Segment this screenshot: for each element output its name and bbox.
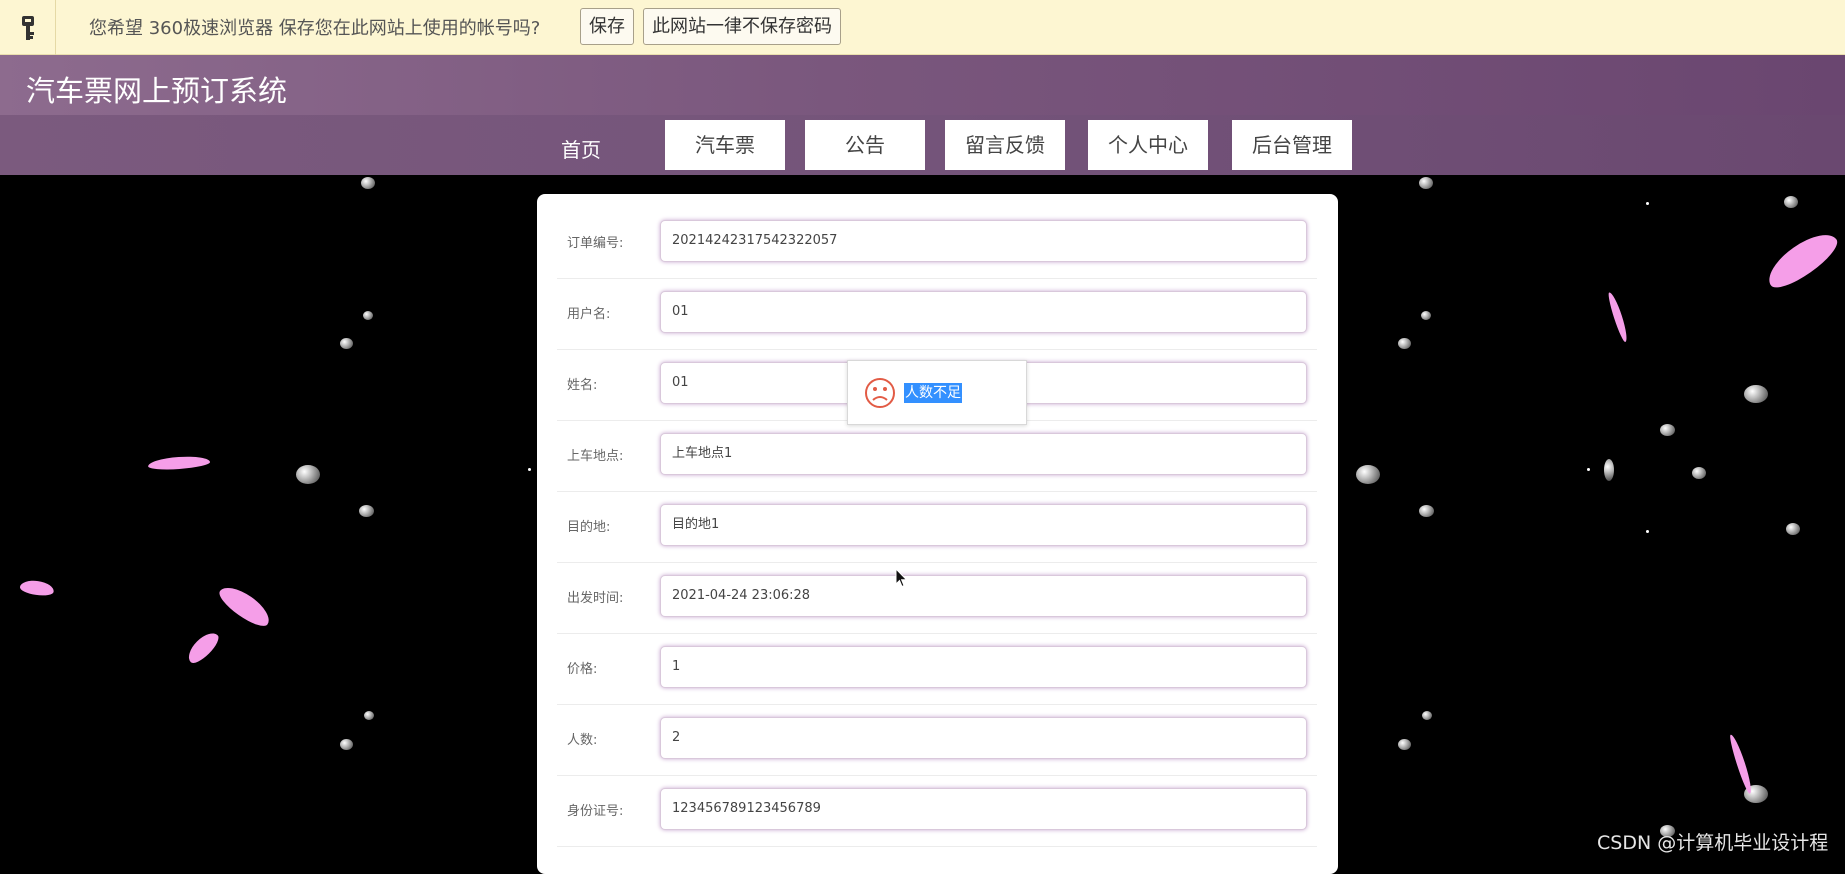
csdn-watermark: CSDN @计算机毕业设计程 — [1597, 832, 1829, 854]
save-password-button[interactable]: 保存 — [580, 8, 634, 45]
water-drop — [1421, 311, 1431, 320]
id-number-label: 身份证号: — [567, 804, 624, 819]
water-drop — [340, 338, 353, 349]
water-drop — [361, 177, 375, 189]
water-drop — [340, 739, 353, 750]
sparkle — [1646, 530, 1649, 533]
nav-home[interactable]: 首页 — [540, 125, 622, 175]
form-row-destination: 目的地: 目的地1 — [557, 492, 1317, 563]
water-drop — [1419, 177, 1433, 189]
destination-field[interactable]: 目的地1 — [660, 504, 1307, 546]
flower-petal — [214, 580, 276, 632]
boarding-point-field[interactable]: 上车地点1 — [660, 433, 1307, 475]
water-drop — [1356, 465, 1380, 484]
departure-time-field[interactable]: 2021-04-24 23:06:28 — [660, 575, 1307, 617]
key-icon — [0, 0, 56, 55]
sad-face-icon — [864, 377, 896, 413]
flower-petal — [1727, 733, 1755, 795]
nav-announcements[interactable]: 公告 — [805, 120, 925, 170]
sparkle — [1646, 202, 1649, 205]
form-row-boarding-point: 上车地点: 上车地点1 — [557, 421, 1317, 492]
passenger-count-field[interactable]: 2 — [660, 717, 1307, 759]
name-label: 姓名: — [567, 378, 598, 393]
flower-petal — [19, 578, 55, 598]
username-label: 用户名: — [567, 307, 611, 322]
nav-bus-tickets[interactable]: 汽车票 — [665, 120, 785, 170]
water-drop — [296, 465, 320, 484]
sparkle — [528, 468, 531, 471]
form-row-departure-time: 出发时间: 2021-04-24 23:06:28 — [557, 563, 1317, 634]
flower-petal — [147, 454, 211, 472]
form-row-order-number: 订单编号: 20214242317542322057 — [557, 208, 1317, 279]
water-drop — [1398, 338, 1411, 349]
flower-petal — [1606, 291, 1630, 343]
water-drop — [1660, 424, 1675, 436]
error-toast: 人数不足 — [847, 360, 1027, 425]
order-number-field[interactable]: 20214242317542322057 — [660, 220, 1307, 262]
mouse-cursor-icon — [895, 567, 909, 592]
water-drop — [1692, 467, 1706, 479]
username-field[interactable]: 01 — [660, 291, 1307, 333]
water-drop — [363, 311, 373, 320]
price-field[interactable]: 1 — [660, 646, 1307, 688]
water-drop — [1419, 505, 1434, 517]
nav-admin[interactable]: 后台管理 — [1232, 120, 1352, 170]
water-drop — [364, 711, 374, 720]
water-drop — [359, 505, 374, 517]
water-drop — [1784, 196, 1798, 208]
destination-label: 目的地: — [567, 520, 611, 535]
flower-petal — [1760, 224, 1844, 296]
form-row-passenger-count: 人数: 2 — [557, 705, 1317, 776]
boarding-point-label: 上车地点: — [567, 449, 624, 464]
price-label: 价格: — [567, 662, 598, 677]
main-nav: 首页 汽车票 公告 留言反馈 个人中心 后台管理 — [0, 115, 1845, 175]
order-number-label: 订单编号: — [567, 236, 624, 251]
water-drop — [1422, 711, 1432, 720]
never-save-password-button[interactable]: 此网站一律不保存密码 — [643, 8, 841, 45]
site-title: 汽车票网上预订系统 — [26, 74, 288, 108]
water-drop — [1604, 459, 1614, 481]
water-drop — [1786, 523, 1800, 535]
form-row-username: 用户名: 01 — [557, 279, 1317, 350]
sparkle — [1587, 468, 1590, 471]
departure-time-label: 出发时间: — [567, 591, 624, 606]
toast-message: 人数不足 — [904, 383, 962, 403]
form-row-price: 价格: 1 — [557, 634, 1317, 705]
water-drop — [1744, 385, 1768, 403]
id-number-field[interactable]: 123456789123456789 — [660, 788, 1307, 830]
password-prompt-message: 您希望 360极速浏览器 保存您在此网站上使用的帐号吗? — [89, 18, 541, 39]
form-row-id-number: 身份证号: 123456789123456789 — [557, 776, 1317, 847]
flower-petal — [183, 628, 223, 667]
nav-feedback[interactable]: 留言反馈 — [945, 120, 1065, 170]
passenger-count-label: 人数: — [567, 733, 598, 748]
nav-personal-center[interactable]: 个人中心 — [1088, 120, 1208, 170]
site-header: 汽车票网上预订系统 — [0, 55, 1845, 115]
password-save-prompt: 您希望 360极速浏览器 保存您在此网站上使用的帐号吗? 保存 此网站一律不保存… — [0, 0, 1845, 55]
order-detail-form: 订单编号: 20214242317542322057 用户名: 01 姓名: 0… — [537, 194, 1338, 874]
water-drop — [1398, 739, 1411, 750]
